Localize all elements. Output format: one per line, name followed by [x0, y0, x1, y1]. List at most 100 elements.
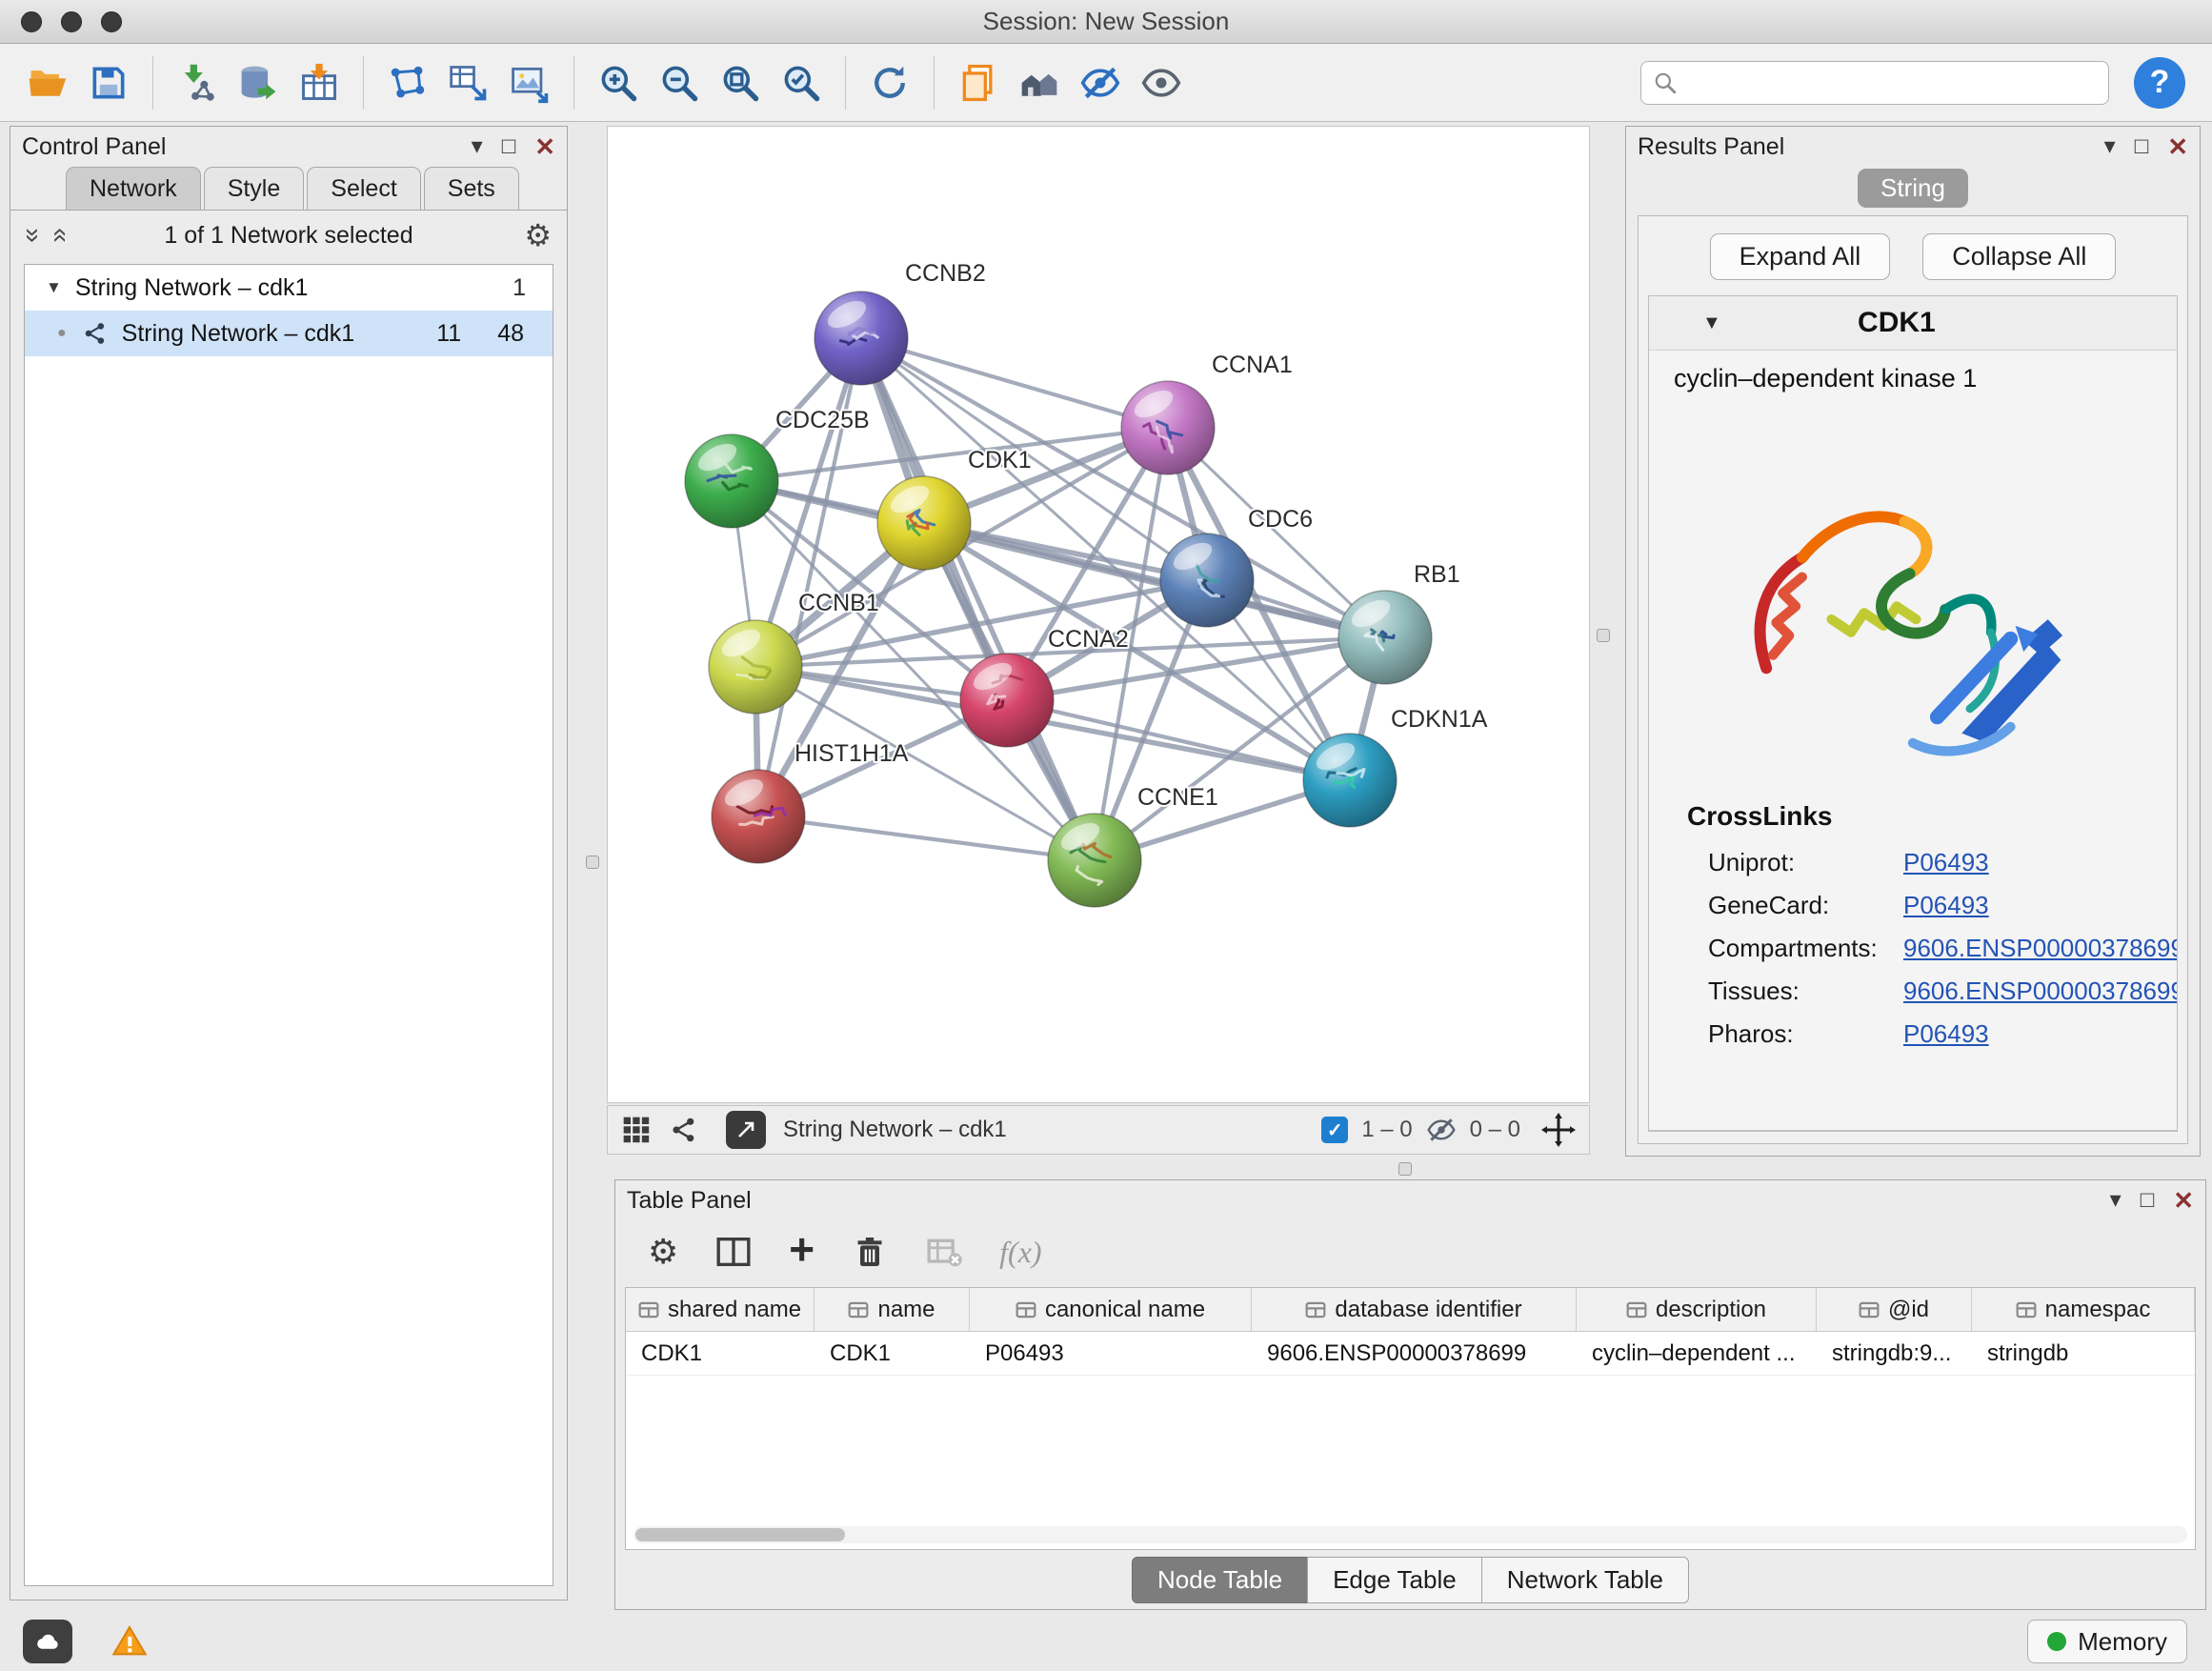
zoom-selected-button[interactable]: [774, 54, 828, 111]
table-data-row[interactable]: CDK1CDK1P064939606.ENSP00000378699cyclin…: [626, 1332, 2195, 1376]
open-in-window-button[interactable]: [726, 1111, 766, 1149]
panel-collapse-icon[interactable]: ▾: [472, 135, 483, 158]
panel-close-icon[interactable]: ✕: [534, 134, 555, 159]
tab-string[interactable]: String: [1858, 169, 1968, 208]
help-button[interactable]: ?: [2134, 57, 2185, 109]
tab-edge-table[interactable]: Edge Table: [1307, 1557, 1482, 1603]
network-collection-row[interactable]: ▼ String Network – cdk1 1: [25, 265, 553, 311]
crosslink-value-link[interactable]: P06493: [1903, 1019, 1989, 1049]
table-cell[interactable]: CDK1: [814, 1332, 970, 1375]
table-cell[interactable]: CDK1: [626, 1332, 814, 1375]
crosslink-value-link[interactable]: P06493: [1903, 848, 1989, 877]
zoom-fit-button[interactable]: [714, 54, 767, 111]
crosslink-value-link[interactable]: P06493: [1903, 891, 1989, 920]
node-label[interactable]: CDC6: [1248, 506, 1313, 533]
node-label[interactable]: CCNA2: [1048, 626, 1129, 653]
network-from-table-button[interactable]: [442, 54, 495, 111]
import-network-database-button[interactable]: [231, 54, 285, 111]
tab-select[interactable]: Select: [307, 167, 420, 210]
minimize-window-button[interactable]: [61, 11, 82, 32]
node-label[interactable]: CDKN1A: [1391, 706, 1488, 733]
bottom-splitter-handle[interactable]: [1398, 1162, 1412, 1176]
show-columns-button[interactable]: [714, 1233, 753, 1271]
hide-selected-button[interactable]: [1074, 54, 1127, 111]
expand-all-button[interactable]: Expand All: [1710, 233, 1891, 280]
share-network-icon[interactable]: [669, 1115, 699, 1145]
column-header[interactable]: canonical name: [970, 1288, 1252, 1331]
node-label[interactable]: RB1: [1414, 561, 1460, 588]
tab-node-table[interactable]: Node Table: [1132, 1557, 1308, 1603]
node-label[interactable]: CCNE1: [1137, 784, 1218, 811]
left-splitter-handle[interactable]: [586, 856, 599, 869]
column-header[interactable]: @id: [1817, 1288, 1972, 1331]
crosslink-value-link[interactable]: 9606.ENSP00000378699: [1903, 934, 2178, 963]
new-network-button[interactable]: [381, 54, 434, 111]
tab-network-table[interactable]: Network Table: [1481, 1557, 1689, 1603]
table-cell[interactable]: 9606.ENSP00000378699: [1252, 1332, 1577, 1375]
column-header[interactable]: description: [1577, 1288, 1817, 1331]
zoom-in-button[interactable]: [592, 54, 645, 111]
apply-layout-button[interactable]: [863, 54, 916, 111]
node-label[interactable]: CDC25B: [775, 407, 870, 433]
protein-card-header[interactable]: ▼ CDK1: [1649, 296, 2177, 350]
node-label[interactable]: CDK1: [968, 447, 1032, 473]
network-options-gear-icon[interactable]: ⚙: [524, 217, 552, 253]
panel-close-icon[interactable]: ✕: [2167, 134, 2188, 159]
horizontal-scrollbar[interactable]: [633, 1526, 2187, 1543]
grid-icon[interactable]: [621, 1115, 652, 1145]
node-label[interactable]: CCNB2: [905, 260, 986, 287]
tab-network[interactable]: Network: [66, 167, 201, 210]
table-settings-gear-icon[interactable]: ⚙: [648, 1232, 678, 1272]
panel-float-icon[interactable]: □: [2135, 135, 2149, 158]
table-cell[interactable]: stringdb:9...: [1817, 1332, 1972, 1375]
show-all-button[interactable]: [1135, 54, 1188, 111]
selected-checkbox-icon[interactable]: ✓: [1321, 1117, 1348, 1143]
column-header[interactable]: database identifier: [1252, 1288, 1577, 1331]
scrollbar-thumb[interactable]: [635, 1528, 845, 1541]
close-window-button[interactable]: [21, 11, 42, 32]
network-row[interactable]: ● String Network – cdk1 11 48: [25, 311, 553, 356]
delete-table-button-disabled[interactable]: [925, 1233, 963, 1271]
node-label[interactable]: CCNB1: [798, 590, 879, 616]
add-column-button[interactable]: +: [789, 1227, 814, 1271]
network-view[interactable]: CCNB2 CCNA1 CDC25B CDK1 CDC6 RB1 CCNB1 CCNA2 CDK…: [607, 126, 1590, 1103]
column-header[interactable]: shared name: [626, 1288, 814, 1331]
table-cell[interactable]: stringdb: [1972, 1332, 2195, 1375]
panel-float-icon[interactable]: □: [2141, 1189, 2155, 1212]
zoom-window-button[interactable]: [101, 11, 122, 32]
open-session-button[interactable]: [21, 54, 74, 111]
tab-sets[interactable]: Sets: [424, 167, 519, 210]
search-input[interactable]: [1687, 70, 2097, 96]
node-label[interactable]: CCNA1: [1212, 352, 1293, 378]
delete-column-button[interactable]: [851, 1233, 889, 1271]
save-session-button[interactable]: [82, 54, 135, 111]
right-splitter-handle[interactable]: [1597, 629, 1610, 642]
memory-button[interactable]: Memory: [2027, 1620, 2187, 1663]
hidden-eye-slash-icon[interactable]: [1426, 1115, 1457, 1145]
column-header[interactable]: namespac: [1972, 1288, 2195, 1331]
zoom-out-button[interactable]: [653, 54, 706, 111]
table-cell[interactable]: cyclin–dependent ...: [1577, 1332, 1817, 1375]
crosslink-value-link[interactable]: 9606.ENSP00000378699: [1903, 976, 2178, 1006]
string-network-graph[interactable]: CCNB2 CCNA1 CDC25B CDK1 CDC6 RB1 CCNB1 CCNA2 CDK…: [608, 127, 1589, 1102]
warnings-button[interactable]: [107, 1620, 152, 1663]
import-table-button[interactable]: [292, 54, 346, 111]
panel-collapse-icon[interactable]: ▾: [2104, 135, 2116, 158]
fit-content-crosshair-icon[interactable]: [1541, 1113, 1576, 1147]
export-image-button[interactable]: [503, 54, 556, 111]
panel-float-icon[interactable]: □: [502, 135, 516, 158]
tab-style[interactable]: Style: [204, 167, 305, 210]
node-label[interactable]: HIST1H1A: [794, 740, 909, 767]
panel-collapse-icon[interactable]: ▾: [2110, 1189, 2122, 1212]
clone-network-button[interactable]: [952, 54, 1005, 111]
tree-expanded-icon[interactable]: ▼: [46, 278, 62, 297]
cloud-status-button[interactable]: [23, 1620, 72, 1663]
panel-close-icon[interactable]: ✕: [2173, 1188, 2194, 1213]
collapse-all-button[interactable]: Collapse All: [1922, 233, 2116, 280]
overview-button[interactable]: [1013, 54, 1066, 111]
import-network-file-button[interactable]: [171, 54, 224, 111]
expand-all-tree-icon[interactable]: »: [42, 228, 72, 243]
card-expanded-icon[interactable]: ▼: [1702, 312, 1721, 334]
column-header[interactable]: name: [814, 1288, 970, 1331]
table-cell[interactable]: P06493: [970, 1332, 1252, 1375]
